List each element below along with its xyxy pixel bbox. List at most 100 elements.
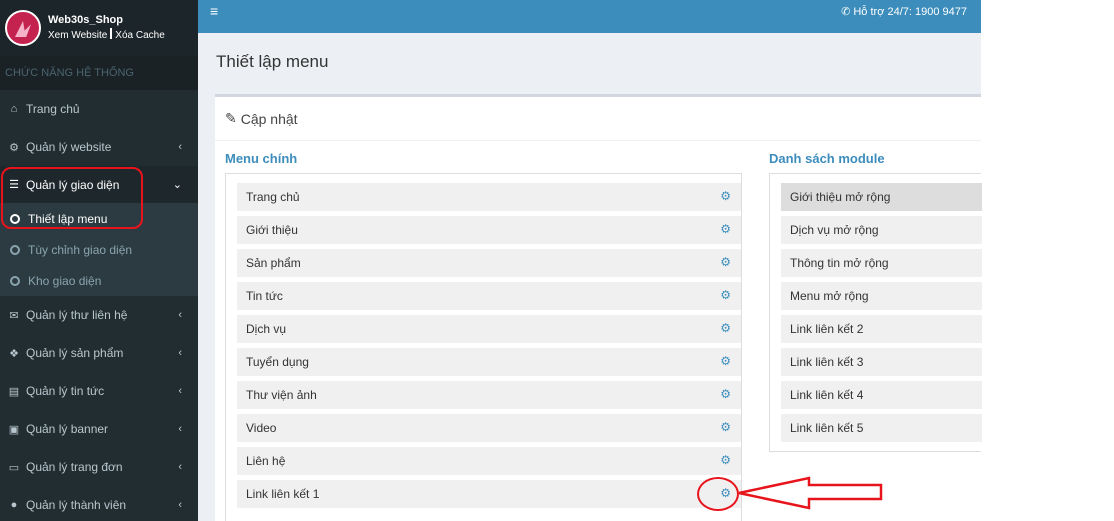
menu-item-row[interactable]: Tin tức ⚙ xyxy=(237,282,741,310)
module-item-row[interactable]: Thông tin mở rộng xyxy=(781,249,982,277)
gear-icon[interactable]: ⚙ xyxy=(720,420,731,434)
sidebar-header: Web30s_Shop Xem Website Xóa Cache xyxy=(0,0,198,56)
chevron-left-icon: ‹ xyxy=(178,347,182,359)
sidebar-item-contact[interactable]: ✉ Quản lý thư liên hệ ‹ xyxy=(0,296,198,334)
main-menu-panel: Trang chủ ⚙ Giới thiệu ⚙ Sản phẩm ⚙ Tin tức ⚙ Dị… xyxy=(225,173,742,521)
gear-icon[interactable]: ⚙ xyxy=(720,222,731,236)
menu-item-label: Tuyển dụng xyxy=(246,355,309,369)
sidebar-toggle-icon[interactable]: ≡ xyxy=(210,3,218,19)
shop-info: Web30s_Shop Xem Website Xóa Cache xyxy=(48,12,165,44)
laptop-icon: ▭ xyxy=(8,461,20,474)
menu-item-row[interactable]: Tuyển dụng ⚙ xyxy=(237,348,741,376)
menu-item-label: Tin tức xyxy=(246,289,283,303)
sidebar-item-website[interactable]: ⚙ Quản lý website ‹ xyxy=(0,128,198,166)
module-item-label: Link liên kết 3 xyxy=(790,355,864,369)
module-item-label: Menu mở rộng xyxy=(790,289,869,303)
link-divider xyxy=(110,28,113,39)
module-item-row[interactable]: Link liên kết 2 xyxy=(781,315,982,343)
shop-logo xyxy=(5,10,41,46)
main-menu-title: Menu chính xyxy=(225,151,298,166)
module-item-row[interactable]: Giới thiệu mở rộng xyxy=(781,183,982,211)
image-icon: ▣ xyxy=(8,423,20,436)
menu-item-label: Dịch vụ xyxy=(246,322,287,336)
chevron-down-icon: ⌄ xyxy=(172,179,182,191)
chevron-left-icon: ‹ xyxy=(178,461,182,473)
sidebar-section-title: CHỨC NĂNG HỆ THỐNG xyxy=(0,56,198,90)
support-hotline: ✆ Hỗ trợ 24/7: 1900 9477 xyxy=(841,6,967,18)
gear-icon[interactable]: ⚙ xyxy=(720,387,731,401)
gear-icon[interactable]: ⚙ xyxy=(720,189,731,203)
cubes-icon: ❖ xyxy=(9,347,19,360)
chevron-left-icon: ‹ xyxy=(178,423,182,435)
menu-item-label: Video xyxy=(246,421,277,435)
module-item-label: Dịch vụ mở rộng xyxy=(790,223,879,237)
module-item-row[interactable]: Link liên kết 4 xyxy=(781,381,982,409)
menu-item-row[interactable]: Video ⚙ xyxy=(237,414,741,442)
clear-cache-link[interactable]: Xóa Cache xyxy=(115,30,164,41)
module-item-row[interactable]: Link liên kết 5 xyxy=(781,414,982,442)
newspaper-icon: ▤ xyxy=(8,385,20,398)
box-title: Cập nhật xyxy=(240,110,298,127)
module-item-row[interactable]: Link liên kết 3 xyxy=(781,348,982,376)
menu-item-label: Sản phẩm xyxy=(246,256,301,270)
sidebar-item-interface[interactable]: ☰ Quản lý giao diện ⌄ xyxy=(0,166,198,203)
gear-icon[interactable]: ⚙ xyxy=(720,288,731,302)
module-item-row[interactable]: Menu mở rộng xyxy=(781,282,982,310)
sidebar-item-home[interactable]: ⌂ Trang chủ xyxy=(0,90,198,128)
module-list-panel: Giới thiệu mở rộng Dịch vụ mở rộng Thông t… xyxy=(769,173,982,452)
sidebar-item-members[interactable]: ● Quản lý thành viên ‹ xyxy=(0,486,198,521)
cogs-icon: ⚙ xyxy=(9,141,19,154)
chevron-left-icon: ‹ xyxy=(178,141,182,153)
menu-item-row[interactable]: Trang chủ ⚙ xyxy=(237,183,741,211)
sidebar-submenu-interface: Thiết lập menu Tùy chỉnh giao diện Kho g… xyxy=(0,203,198,296)
sidebar-item-pages[interactable]: ▭ Quản lý trang đơn ‹ xyxy=(0,448,198,486)
module-item-label: Link liên kết 2 xyxy=(790,322,864,336)
sidebar-subitem-theme-store[interactable]: Kho giao diện xyxy=(0,265,198,296)
module-item-label: Thông tin mở rộng xyxy=(790,256,889,270)
menu-item-row[interactable]: Giới thiệu ⚙ xyxy=(237,216,741,244)
module-item-label: Link liên kết 4 xyxy=(790,388,864,402)
menu-item-row[interactable]: Liên hệ ⚙ xyxy=(237,447,741,475)
gear-icon[interactable]: ⚙ xyxy=(720,486,731,500)
menu-item-row[interactable]: Link liên kết 1 ⚙ xyxy=(237,480,741,508)
menu-item-row[interactable]: Sản phẩm ⚙ xyxy=(237,249,741,277)
chevron-left-icon: ‹ xyxy=(178,385,182,397)
envelope-icon: ✉ xyxy=(9,309,19,322)
module-item-label: Giới thiệu mở rộng xyxy=(790,190,891,204)
update-box: ✎ Cập nhật Menu chính Trang chủ ⚙ Giới thi… xyxy=(215,94,982,521)
view-website-link[interactable]: Xem Website xyxy=(48,30,107,41)
circle-icon xyxy=(10,213,20,224)
bars-icon: ☰ xyxy=(9,179,19,191)
content-area: Thiết lập menu ✎ Cập nhật Menu chính Tra… xyxy=(198,33,982,521)
gear-icon[interactable]: ⚙ xyxy=(720,453,731,467)
menu-item-row[interactable]: Thư viện ảnh ⚙ xyxy=(237,381,741,409)
edit-icon: ✎ xyxy=(225,110,237,126)
sidebar-subitem-menu-setup[interactable]: Thiết lập menu xyxy=(0,203,198,234)
sidebar-item-news[interactable]: ▤ Quản lý tin tức ‹ xyxy=(0,372,198,410)
user-circle-icon: ● xyxy=(10,499,18,511)
chevron-left-icon: ‹ xyxy=(178,499,182,511)
home-icon: ⌂ xyxy=(10,103,18,115)
circle-icon xyxy=(10,244,20,255)
menu-item-label: Liên hệ xyxy=(246,454,286,468)
sidebar-item-products[interactable]: ❖ Quản lý sản phẩm ‹ xyxy=(0,334,198,372)
menu-item-label: Link liên kết 1 xyxy=(246,487,320,501)
circle-icon xyxy=(10,275,20,286)
page-title: Thiết lập menu xyxy=(216,52,329,71)
sidebar: Web30s_Shop Xem Website Xóa Cache CHỨC NĂ… xyxy=(0,0,198,521)
box-header: ✎ Cập nhật xyxy=(215,97,981,141)
menu-item-label: Trang chủ xyxy=(246,190,300,204)
sidebar-subitem-customize[interactable]: Tùy chỉnh giao diện xyxy=(0,234,198,265)
module-list-title: Danh sách module xyxy=(769,151,885,166)
sidebar-item-banner[interactable]: ▣ Quản lý banner ‹ xyxy=(0,410,198,448)
menu-item-label: Thư viện ảnh xyxy=(246,388,317,402)
gear-icon[interactable]: ⚙ xyxy=(720,255,731,269)
gear-icon[interactable]: ⚙ xyxy=(720,354,731,368)
menu-item-row[interactable]: Dịch vụ ⚙ xyxy=(237,315,741,343)
chevron-left-icon: ‹ xyxy=(178,309,182,321)
phone-icon: ✆ xyxy=(841,6,854,18)
module-item-row[interactable]: Dịch vụ mở rộng xyxy=(781,216,982,244)
gear-icon[interactable]: ⚙ xyxy=(720,321,731,335)
shop-name: Web30s_Shop xyxy=(48,14,123,26)
module-item-label: Link liên kết 5 xyxy=(790,421,864,435)
